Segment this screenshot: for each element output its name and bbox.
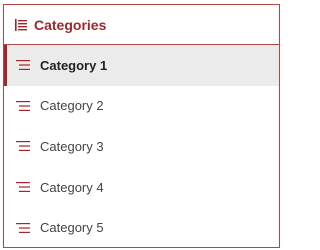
category-item-5[interactable]: Category 5 <box>4 207 279 248</box>
panel-title: Categories <box>34 16 107 33</box>
category-item-label: Category 2 <box>40 98 104 114</box>
category-item-2[interactable]: Category 2 <box>4 86 279 127</box>
categories-panel: Categories Category 1 Category 2 Categor… <box>3 4 280 248</box>
category-item-label: Category 5 <box>40 220 104 236</box>
category-lines-icon <box>16 100 32 112</box>
category-lines-icon <box>16 140 32 152</box>
category-item-label: Category 3 <box>40 138 104 154</box>
category-lines-icon <box>16 222 32 234</box>
category-item-1[interactable]: Category 1 <box>4 45 279 86</box>
category-lines-icon <box>16 59 32 71</box>
category-list-icon <box>14 18 28 32</box>
category-item-4[interactable]: Category 4 <box>4 167 279 208</box>
category-item-label: Category 4 <box>40 179 104 195</box>
category-list: Category 1 Category 2 Category 3 Categor… <box>4 45 279 248</box>
category-lines-icon <box>16 181 32 193</box>
category-item-label: Category 1 <box>40 57 108 73</box>
categories-header: Categories <box>4 5 279 45</box>
category-item-3[interactable]: Category 3 <box>4 126 279 167</box>
